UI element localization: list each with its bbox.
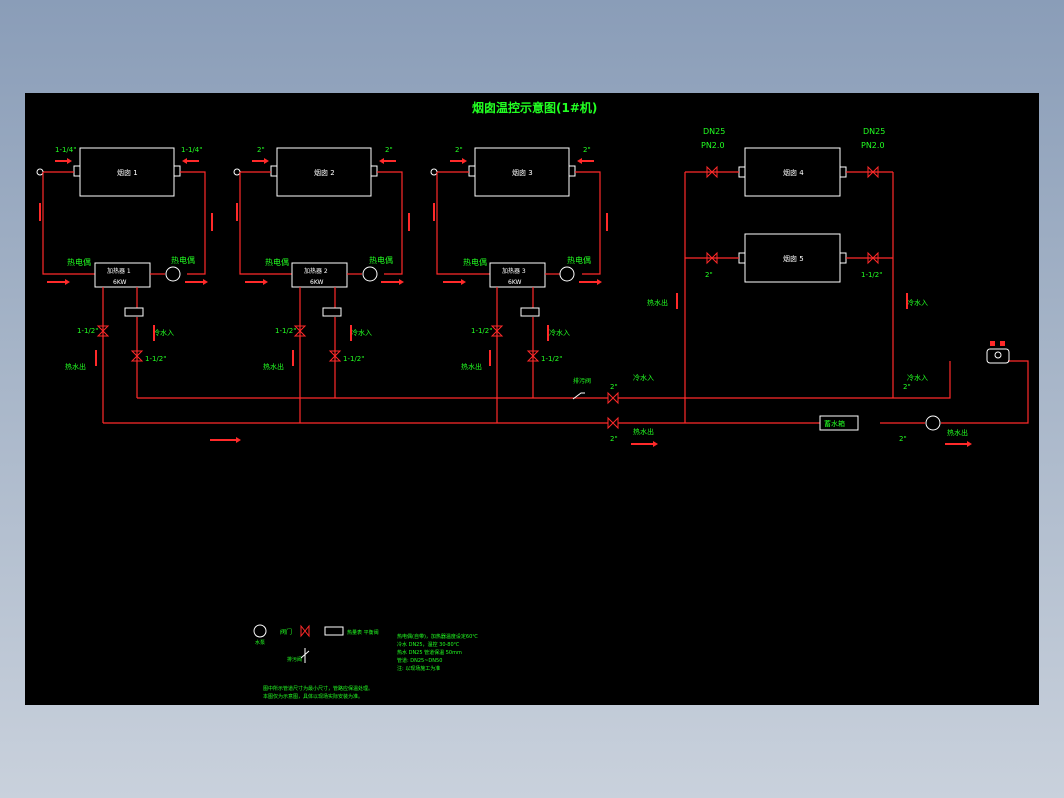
legend-note-3: 热水 DN25 管道保温 50mm (397, 649, 462, 656)
unit-2-outlet-size: 2" (385, 146, 393, 154)
heat-label-1: 热电偶 (67, 257, 91, 267)
heater-3-power: 6KW (508, 279, 522, 286)
unit-1-cold-in: 冷水入 (153, 328, 174, 337)
heater-1-label: 加热器 1 (107, 267, 131, 275)
right-cold-in: 冷水入 (907, 298, 928, 307)
unit-1-inlet-size: 1-1/4" (55, 146, 76, 154)
tower-cold-in: 冷水入 (907, 373, 928, 382)
unit-2-branch-size: 1-1/2" (275, 327, 296, 335)
heater-2-power: 6KW (310, 279, 324, 286)
pump-label-3: 热电偶 (567, 255, 591, 265)
legend-pump-icon (253, 624, 267, 638)
legend-meter-label: 热量表 平衡阀 (347, 629, 379, 636)
chimney-3-label: 烟囱 3 (512, 168, 533, 177)
unit-3-branch-size-2: 1-1/2" (541, 355, 562, 363)
flow-arrows (39, 158, 972, 447)
legend-note-1: 热电偶(自带)，加热器温度设定60℃ (397, 633, 478, 640)
pump-3-icon (559, 266, 575, 282)
unit-2-hot-out: 热水出 (263, 362, 284, 371)
legend-footnote-2: 本图仅为示意图，具体以现场实际安装为准。 (263, 693, 363, 700)
unit-2: 烟囱 2 2" 2" 加热器 2 6KW 热电偶 热电偶 1-1/2" 1-1/… (233, 146, 403, 423)
pump-label-2: 热电偶 (369, 255, 393, 265)
unit-3-branch-size: 1-1/2" (471, 327, 492, 335)
unit-3-outlet-size: 2" (583, 146, 591, 154)
header-cold-in: 冷水入 (633, 373, 654, 382)
heater-3-label: 加热器 3 (502, 267, 526, 275)
unit-3-cold-in: 冷水入 (549, 328, 570, 337)
cooling-tower-icon (986, 341, 1010, 364)
pump-size: 2" (899, 435, 907, 443)
chimney-1-label: 烟囱 1 (117, 168, 138, 177)
unit-2-branch-size-2: 1-1/2" (343, 355, 364, 363)
legend-pump-label: 水泵 (255, 639, 265, 646)
valves (96, 165, 879, 430)
legend-note-5: 注: 以现场施工为准 (397, 665, 440, 672)
chimney-2-label: 烟囱 2 (314, 168, 335, 177)
unit-4-dn-left: DN25 (703, 127, 725, 136)
right-hot-out: 热水出 (647, 298, 668, 307)
unit-1-branch-size: 1-1/2" (77, 327, 98, 335)
header-hot-out: 热水出 (633, 427, 654, 436)
drain-label: 排污阀 (573, 377, 591, 385)
legend-footnote-1: 图中所示管道尺寸为最小尺寸，管路应保温处理。 (263, 685, 373, 692)
unit-2-inlet-size: 2" (257, 146, 265, 154)
pump-hot-out: 热水出 (947, 428, 968, 437)
legend-valve-label: 阀门 (280, 628, 292, 636)
schematic: 烟囱温控示意图(1#机) 烟囱 1 1-1/4" 1-1/4" 加热器 1 6K… (36, 100, 1029, 700)
unit-1: 烟囱 1 1-1/4" 1-1/4" 加热器 1 6KW 热电偶 热电偶 1-1… (36, 146, 206, 423)
unit-4: 烟囱 4 DN25 PN2.0 DN25 PN2.0 (701, 127, 885, 197)
cad-drawing-canvas: 烟囱温控示意图(1#机) 烟囱 1 1-1/4" 1-1/4" 加热器 1 6K… (25, 93, 1039, 705)
legend: 水泵 阀门 热量表 平衡阀 排污阀 热电偶(自带)，加热器温度设定60℃ 冷水 … (253, 624, 478, 700)
pump-label-1: 热电偶 (171, 255, 195, 265)
unit-2-cold-in: 冷水入 (351, 328, 372, 337)
pump-1-icon (165, 266, 181, 282)
main-pump-icon (925, 415, 941, 431)
heat-label-3: 热电偶 (463, 257, 487, 267)
chimney-5-label: 烟囱 5 (783, 254, 804, 263)
legend-drain-label: 排污阀 (287, 656, 302, 663)
unit-4-dn-right: DN25 (863, 127, 885, 136)
header-size-bottom: 2" (610, 435, 618, 443)
unit-3-inlet-size: 2" (455, 146, 463, 154)
header-size-top: 2" (610, 383, 618, 391)
legend-note-4: 管道: DN25~DN50 (397, 657, 442, 664)
unit-5-size-right: 1-1/2" (861, 271, 882, 279)
unit-5-size-left: 2" (705, 271, 713, 279)
storage-label: 蓄水箱 (824, 419, 845, 428)
heat-label-2: 热电偶 (265, 257, 289, 267)
unit-4-pn-left: PN2.0 (701, 141, 725, 150)
legend-note-2: 冷水 DN25，温控 30-80℃ (397, 641, 460, 648)
drawing-title: 烟囱温控示意图(1#机) (472, 100, 597, 115)
unit-1-hot-out: 热水出 (65, 362, 86, 371)
tower-size: 2" (903, 383, 911, 391)
unit-1-branch-size-2: 1-1/2" (145, 355, 166, 363)
unit-4-pn-right: PN2.0 (861, 141, 885, 150)
heater-1-power: 6KW (113, 279, 127, 286)
unit-3-hot-out: 热水出 (461, 362, 482, 371)
chimney-4-label: 烟囱 4 (783, 168, 804, 177)
pump-2-icon (362, 266, 378, 282)
unit-1-outlet-size: 1-1/4" (181, 146, 202, 154)
heater-2-label: 加热器 2 (304, 267, 328, 275)
